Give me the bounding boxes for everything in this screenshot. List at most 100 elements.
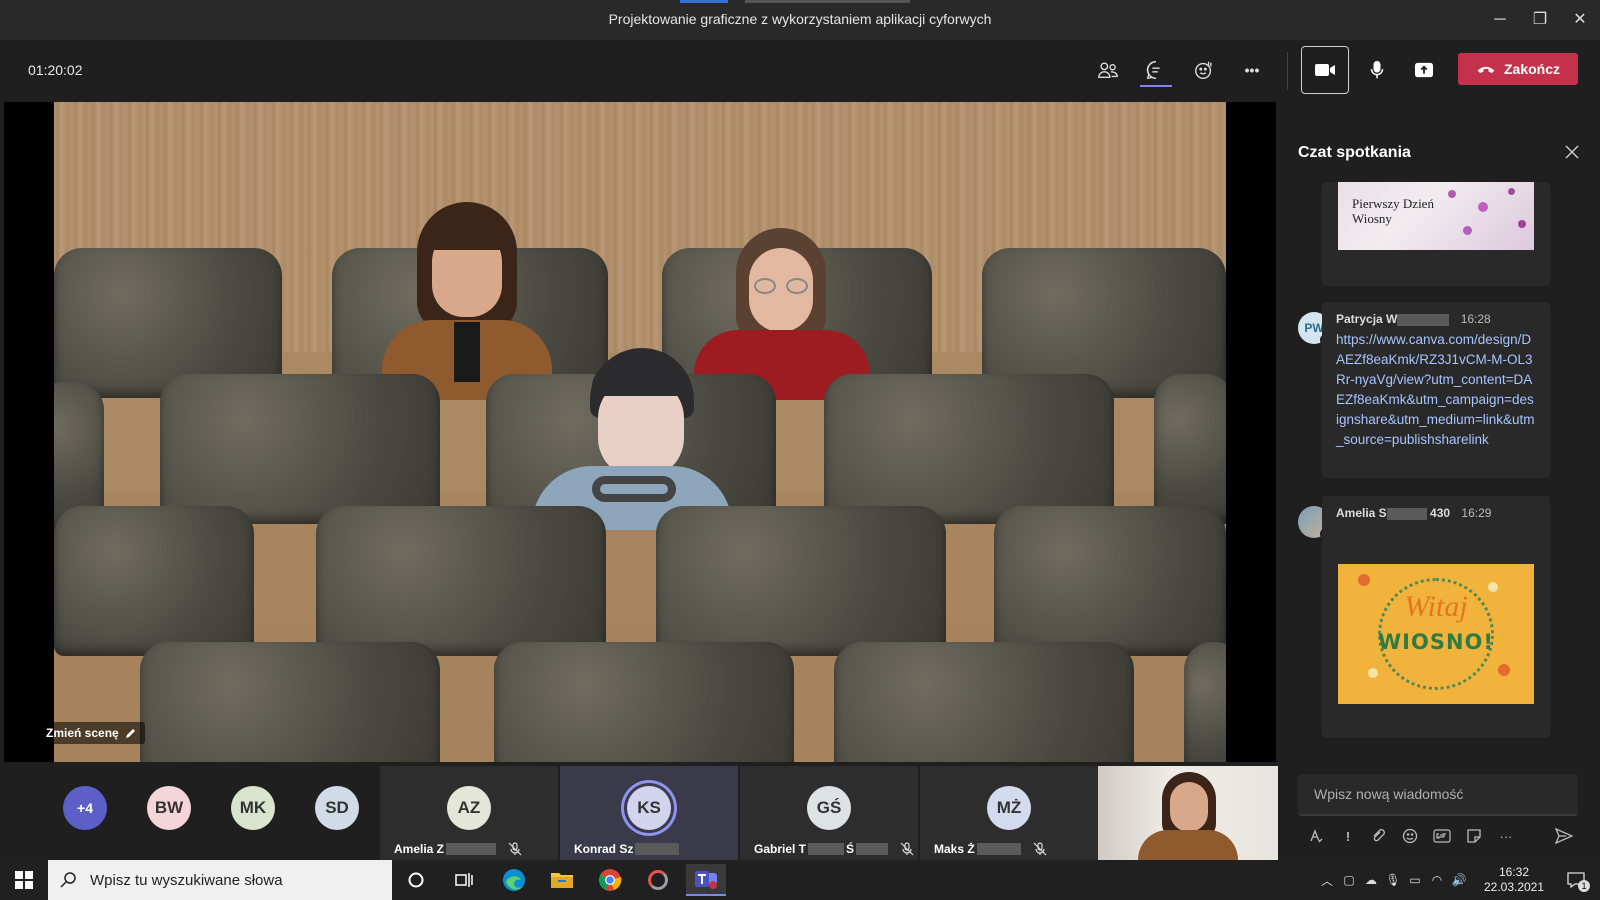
format-icon[interactable] <box>1306 826 1326 846</box>
participant-name: Konrad Sz <box>574 842 680 856</box>
participant-tile[interactable]: GŚ Gabriel T Ś <box>740 766 918 860</box>
battery-icon[interactable]: ▭ <box>1404 873 1426 887</box>
redacted-name <box>808 843 845 855</box>
canva-link[interactable]: https://www.canva.com/design/DAEZf8eaKmk… <box>1336 330 1536 450</box>
action-center-button[interactable]: 1 <box>1556 864 1596 896</box>
more-options-button[interactable]: ••• <box>1236 54 1268 86</box>
participant-name-text: Amelia Z <box>394 842 445 856</box>
microphone-tray-icon[interactable]: 🎙 <box>1382 873 1404 887</box>
more-compose-icon[interactable]: ··· <box>1496 826 1516 846</box>
show-hidden-icons-chevron-icon[interactable]: ︿ <box>1316 872 1338 889</box>
microphone-button[interactable] <box>1361 54 1393 86</box>
cortana-circle-icon <box>408 872 424 888</box>
message-input[interactable] <box>1298 774 1578 814</box>
notification-count: 1 <box>1578 880 1590 892</box>
system-tray: ︿ ▢ ☁ 🎙 ▭ ◠ 🔊 <box>1316 860 1470 900</box>
redacted-name <box>856 843 889 855</box>
cortana-button[interactable] <box>396 864 436 896</box>
system-clock[interactable]: 16:32 22.03.2021 <box>1478 865 1550 895</box>
wiosno-text: WIOSNO! <box>1378 630 1494 654</box>
seat <box>316 506 606 656</box>
camera-toggle-button[interactable] <box>1301 46 1349 94</box>
close-window-button[interactable]: ✕ <box>1564 8 1596 32</box>
edge-app[interactable] <box>494 864 534 896</box>
search-icon <box>60 872 76 888</box>
office-icon <box>648 870 668 890</box>
taskbar-search[interactable]: Wpisz tu wyszukiwane słowa <box>48 860 392 900</box>
mic-off-icon <box>900 842 914 856</box>
raise-hand-icon <box>1195 61 1212 79</box>
minimize-button[interactable]: ─ <box>1484 8 1516 32</box>
mic-off-icon <box>1033 842 1047 856</box>
redacted-name <box>1386 507 1427 520</box>
compose-box[interactable] <box>1298 774 1578 816</box>
participant-tile[interactable]: MŻ Maks Ż <box>920 766 1098 860</box>
teams-app[interactable] <box>686 864 726 896</box>
redacted-name <box>976 843 1021 855</box>
chat-button[interactable] <box>1140 54 1172 86</box>
microphone-icon <box>1370 61 1384 79</box>
important-icon[interactable]: ! <box>1338 826 1358 846</box>
change-scene-button[interactable]: Zmień scenę <box>38 722 145 744</box>
clock-time: 16:32 <box>1498 865 1530 879</box>
meeting-toolbar: 01:20:02 ••• Zakończ <box>0 40 1600 102</box>
close-chat-icon[interactable] <box>1562 142 1582 162</box>
end-call-button[interactable]: Zakończ <box>1458 53 1578 85</box>
more-participants-button[interactable]: +4 <box>63 786 107 830</box>
participant-avatar-bw[interactable]: BW <box>147 786 191 830</box>
search-placeholder: Wpisz tu wyszukiwane słowa <box>90 871 283 889</box>
seat <box>494 642 794 762</box>
clock-date: 22.03.2021 <box>1483 880 1545 894</box>
office-app[interactable] <box>638 864 678 896</box>
network-warning-icon[interactable]: ☁ <box>1360 873 1382 887</box>
participant-tile[interactable]: AZ Amelia Z <box>380 766 558 860</box>
chrome-icon <box>599 869 622 891</box>
gif-icon[interactable] <box>1432 826 1452 846</box>
share-screen-button[interactable] <box>1408 54 1440 86</box>
emoji-icon[interactable] <box>1400 826 1420 846</box>
seat <box>994 506 1226 656</box>
teams-icon <box>695 871 717 889</box>
participant-tile-speaking[interactable]: KS Konrad Sz <box>560 766 738 860</box>
participant-name-text: Maks Ż <box>934 842 975 856</box>
volume-icon[interactable]: 🔊 <box>1448 873 1470 887</box>
seat <box>656 506 946 656</box>
attach-icon[interactable] <box>1368 826 1388 846</box>
redacted-name <box>1397 313 1450 326</box>
chat-message: Amelia S 430 16:29 Witaj WIOSNO! <box>1322 496 1550 738</box>
spring-image[interactable]: Pierwszy Dzień Wiosny <box>1338 182 1534 250</box>
chat-message-image: Pierwszy Dzień Wiosny <box>1322 182 1550 286</box>
participant-avatar-sd[interactable]: SD <box>315 786 359 830</box>
sticker-icon[interactable] <box>1464 826 1484 846</box>
participant-video-boy <box>532 348 732 530</box>
mic-off-icon <box>508 842 522 856</box>
restore-button[interactable]: ❐ <box>1524 8 1556 32</box>
send-icon[interactable] <box>1554 826 1574 846</box>
windows-logo-icon <box>15 871 33 889</box>
window-title: Projektowanie graficzne z wykorzystaniem… <box>608 11 992 27</box>
start-button[interactable] <box>4 864 44 896</box>
chat-bubble-icon <box>1146 61 1160 80</box>
participant-name-text: Gabriel T <box>754 842 807 856</box>
edge-browser-icon <box>503 869 525 891</box>
chrome-app[interactable] <box>590 864 630 896</box>
task-view-button[interactable] <box>444 864 484 896</box>
message-time: 16:29 <box>1461 506 1492 520</box>
file-explorer-app[interactable] <box>542 864 582 896</box>
windows-taskbar: Wpisz tu wyszukiwane słowa ︿ ▢ ☁ 🎙 ▭ ◠ 🔊… <box>0 860 1600 900</box>
sender-name: Amelia S <box>1336 506 1387 520</box>
participant-name: Gabriel T Ś <box>754 842 914 856</box>
battery-saver-icon[interactable]: ▢ <box>1338 873 1360 887</box>
self-view-video[interactable] <box>1098 766 1278 860</box>
participant-name-suffix: Ś <box>846 842 855 856</box>
avatar-initials: PW <box>1304 321 1324 335</box>
participant-avatar-mk[interactable]: MK <box>231 786 275 830</box>
redacted-name <box>446 843 497 855</box>
task-view-icon <box>455 873 473 887</box>
seat <box>1184 642 1226 762</box>
participants-button[interactable] <box>1092 54 1124 86</box>
reactions-button[interactable] <box>1188 54 1220 86</box>
participant-name: Amelia Z <box>394 842 522 856</box>
wifi-icon[interactable]: ◠ <box>1426 873 1448 887</box>
witaj-wiosno-image[interactable]: Witaj WIOSNO! <box>1338 564 1534 704</box>
